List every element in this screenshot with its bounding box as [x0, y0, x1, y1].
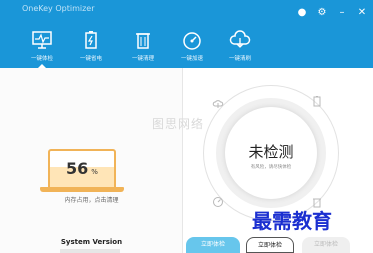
memory-laptop-gauge[interactable]: 56%	[48, 149, 116, 189]
nav-label: 一键清刷	[228, 56, 251, 62]
laptop-base	[40, 187, 124, 192]
nav-item-speedup[interactable]: 一键加速	[167, 28, 217, 68]
status-dial: 未检测 有风险，请尽快体检	[203, 85, 339, 221]
system-version-label: System Version	[60, 238, 123, 246]
nav-item-power[interactable]: 一键省电	[66, 28, 116, 68]
settings-icon[interactable]: ⚙	[316, 8, 328, 18]
system-version-value	[60, 249, 120, 253]
title-bar: OneKey Optimizer ● ⚙ – ✕ 一键体检 一键省电 一键清理	[0, 0, 373, 69]
nav-label: 一键体检	[30, 56, 53, 62]
minimize-icon[interactable]: –	[336, 8, 348, 18]
brand-overlay-text: 最需教育	[252, 209, 332, 233]
nav-item-checkup[interactable]: 一键体检	[17, 28, 67, 69]
memory-percent: 56%	[50, 159, 114, 178]
memory-value: 56	[66, 159, 89, 178]
app-title: OneKey Optimizer	[22, 4, 95, 13]
close-icon[interactable]: ✕	[356, 8, 368, 18]
cloud-icon	[212, 100, 224, 108]
memory-unit: %	[91, 168, 98, 176]
speedometer-icon	[183, 32, 201, 50]
skin-icon[interactable]: ●	[296, 8, 308, 18]
nav-label: 一键省电	[79, 56, 102, 62]
memory-hint[interactable]: 内存占用，点击清理	[0, 195, 183, 204]
monitor-pulse-icon	[32, 31, 52, 49]
battery-icon	[85, 31, 97, 49]
nav-item-clean[interactable]: 一键清理	[118, 28, 168, 68]
cloud-icon	[229, 30, 251, 48]
checkup-now-disabled-button: 立即体检	[302, 237, 350, 253]
nav-label: 一键清理	[131, 56, 154, 62]
speedometer-icon	[213, 197, 223, 207]
watermark-text: 图思网络	[152, 117, 205, 131]
checkup-now-button[interactable]: 立即体检	[186, 237, 240, 253]
nav-item-cloud[interactable]: 一键清刷	[215, 28, 265, 68]
trash-icon	[136, 33, 150, 49]
status-main: 未检测	[248, 143, 294, 161]
checkup-now-outline-button[interactable]: 立即体检	[246, 237, 294, 253]
battery-icon	[313, 96, 321, 107]
status-sub: 有风险，请尽快体检	[250, 165, 292, 170]
nav-label: 一键加速	[180, 56, 203, 62]
